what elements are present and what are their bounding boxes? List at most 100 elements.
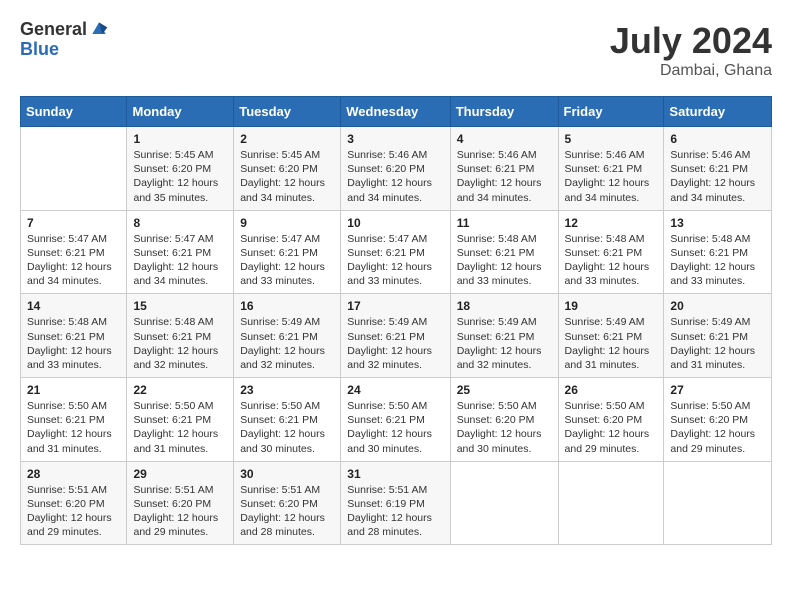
calendar-cell: 30 Sunrise: 5:51 AM Sunset: 6:20 PM Dayli…: [234, 461, 341, 545]
day-number: 19: [565, 299, 659, 313]
calendar-cell: 27 Sunrise: 5:50 AM Sunset: 6:20 PM Dayli…: [664, 378, 772, 462]
day-info: Sunrise: 5:51 AM Sunset: 6:20 PM Dayligh…: [133, 483, 228, 540]
day-number: 3: [347, 132, 444, 146]
calendar-cell: [21, 127, 127, 211]
day-info: Sunrise: 5:50 AM Sunset: 6:21 PM Dayligh…: [27, 399, 121, 456]
day-number: 22: [133, 383, 228, 397]
calendar-cell: 12Sunrise: 5:48 AM Sunset: 6:21 PM Dayli…: [558, 210, 664, 294]
calendar-cell: 9Sunrise: 5:47 AM Sunset: 6:21 PM Daylig…: [234, 210, 341, 294]
calendar-cell: 14 Sunrise: 5:48 AM Sunset: 6:21 PM Dayli…: [21, 294, 127, 378]
calendar-cell: [664, 461, 772, 545]
day-number: 8: [133, 216, 228, 230]
day-info: Sunrise: 5:47 AM Sunset: 6:21 PM Dayligh…: [133, 232, 228, 289]
calendar-day-header: Friday: [558, 97, 664, 127]
day-info: Sunrise: 5:50 AM Sunset: 6:21 PM Dayligh…: [347, 399, 444, 456]
day-info: Sunrise: 5:51 AM Sunset: 6:20 PM Dayligh…: [27, 483, 121, 540]
day-info: Sunrise: 5:48 AM Sunset: 6:21 PM Dayligh…: [27, 315, 121, 372]
day-number: 14: [27, 299, 121, 313]
day-info: Sunrise: 5:45 AM Sunset: 6:20 PM Dayligh…: [133, 148, 228, 205]
calendar-cell: 8 Sunrise: 5:47 AM Sunset: 6:21 PM Daylig…: [127, 210, 234, 294]
calendar-week-row: 28Sunrise: 5:51 AM Sunset: 6:20 PM Dayli…: [21, 461, 772, 545]
calendar-cell: 21Sunrise: 5:50 AM Sunset: 6:21 PM Dayli…: [21, 378, 127, 462]
day-info: Sunrise: 5:46 AM Sunset: 6:21 PM Dayligh…: [670, 148, 766, 205]
calendar-cell: 17 Sunrise: 5:49 AM Sunset: 6:21 PM Dayli…: [341, 294, 450, 378]
day-number: 4: [457, 132, 553, 146]
day-number: 1: [133, 132, 228, 146]
title-block: July 2024 Dambai, Ghana: [610, 20, 772, 80]
calendar-cell: 31 Sunrise: 5:51 AM Sunset: 6:19 PM Dayli…: [341, 461, 450, 545]
day-info: Sunrise: 5:50 AM Sunset: 6:20 PM Dayligh…: [457, 399, 553, 456]
day-info: Sunrise: 5:48 AM Sunset: 6:21 PM Dayligh…: [457, 232, 553, 289]
day-number: 7: [27, 216, 121, 230]
day-number: 16: [240, 299, 335, 313]
day-info: Sunrise: 5:50 AM Sunset: 6:20 PM Dayligh…: [670, 399, 766, 456]
calendar-cell: 22 Sunrise: 5:50 AM Sunset: 6:21 PM Dayli…: [127, 378, 234, 462]
day-info: Sunrise: 5:50 AM Sunset: 6:20 PM Dayligh…: [565, 399, 659, 456]
calendar-cell: 7 Sunrise: 5:47 AM Sunset: 6:21 PM Daylig…: [21, 210, 127, 294]
calendar-day-header: Sunday: [21, 97, 127, 127]
calendar-week-row: 1 Sunrise: 5:45 AM Sunset: 6:20 PM Daylig…: [21, 127, 772, 211]
day-number: 11: [457, 216, 553, 230]
calendar-day-header: Tuesday: [234, 97, 341, 127]
calendar-day-header: Saturday: [664, 97, 772, 127]
day-number: 12: [565, 216, 659, 230]
calendar-cell: 15 Sunrise: 5:48 AM Sunset: 6:21 PM Dayli…: [127, 294, 234, 378]
calendar-cell: [558, 461, 664, 545]
day-number: 13: [670, 216, 766, 230]
day-info: Sunrise: 5:45 AM Sunset: 6:20 PM Dayligh…: [240, 148, 335, 205]
month-title: July 2024: [610, 20, 772, 62]
calendar-header-row: SundayMondayTuesdayWednesdayThursdayFrid…: [21, 97, 772, 127]
calendar-cell: 16Sunrise: 5:49 AM Sunset: 6:21 PM Dayli…: [234, 294, 341, 378]
day-number: 30: [240, 467, 335, 481]
day-number: 20: [670, 299, 766, 313]
calendar-cell: 1 Sunrise: 5:45 AM Sunset: 6:20 PM Daylig…: [127, 127, 234, 211]
logo-icon: [89, 19, 109, 39]
calendar-cell: 5Sunrise: 5:46 AM Sunset: 6:21 PM Daylig…: [558, 127, 664, 211]
day-info: Sunrise: 5:49 AM Sunset: 6:21 PM Dayligh…: [457, 315, 553, 372]
day-number: 24: [347, 383, 444, 397]
day-number: 23: [240, 383, 335, 397]
day-info: Sunrise: 5:47 AM Sunset: 6:21 PM Dayligh…: [240, 232, 335, 289]
calendar-cell: 2Sunrise: 5:45 AM Sunset: 6:20 PM Daylig…: [234, 127, 341, 211]
day-number: 29: [133, 467, 228, 481]
day-number: 10: [347, 216, 444, 230]
calendar-cell: 25 Sunrise: 5:50 AM Sunset: 6:20 PM Dayli…: [450, 378, 558, 462]
day-info: Sunrise: 5:48 AM Sunset: 6:21 PM Dayligh…: [670, 232, 766, 289]
day-info: Sunrise: 5:51 AM Sunset: 6:19 PM Dayligh…: [347, 483, 444, 540]
calendar-day-header: Wednesday: [341, 97, 450, 127]
calendar-cell: 3 Sunrise: 5:46 AM Sunset: 6:20 PM Daylig…: [341, 127, 450, 211]
day-info: Sunrise: 5:49 AM Sunset: 6:21 PM Dayligh…: [670, 315, 766, 372]
logo: General Blue: [20, 20, 109, 60]
calendar-cell: 26 Sunrise: 5:50 AM Sunset: 6:20 PM Dayli…: [558, 378, 664, 462]
calendar-table: SundayMondayTuesdayWednesdayThursdayFrid…: [20, 96, 772, 545]
calendar-cell: 23 Sunrise: 5:50 AM Sunset: 6:21 PM Dayli…: [234, 378, 341, 462]
calendar-week-row: 21Sunrise: 5:50 AM Sunset: 6:21 PM Dayli…: [21, 378, 772, 462]
calendar-cell: 20 Sunrise: 5:49 AM Sunset: 6:21 PM Dayli…: [664, 294, 772, 378]
calendar-cell: [450, 461, 558, 545]
calendar-cell: 6 Sunrise: 5:46 AM Sunset: 6:21 PM Daylig…: [664, 127, 772, 211]
day-info: Sunrise: 5:46 AM Sunset: 6:20 PM Dayligh…: [347, 148, 444, 205]
location-title: Dambai, Ghana: [610, 62, 772, 80]
calendar-cell: 29 Sunrise: 5:51 AM Sunset: 6:20 PM Dayli…: [127, 461, 234, 545]
day-number: 25: [457, 383, 553, 397]
logo-blue: Blue: [20, 40, 109, 60]
day-info: Sunrise: 5:50 AM Sunset: 6:21 PM Dayligh…: [240, 399, 335, 456]
logo-general: General: [20, 20, 87, 40]
day-number: 26: [565, 383, 659, 397]
day-number: 6: [670, 132, 766, 146]
day-info: Sunrise: 5:46 AM Sunset: 6:21 PM Dayligh…: [457, 148, 553, 205]
day-info: Sunrise: 5:49 AM Sunset: 6:21 PM Dayligh…: [347, 315, 444, 372]
day-number: 27: [670, 383, 766, 397]
calendar-cell: 19Sunrise: 5:49 AM Sunset: 6:21 PM Dayli…: [558, 294, 664, 378]
day-info: Sunrise: 5:47 AM Sunset: 6:21 PM Dayligh…: [27, 232, 121, 289]
calendar-week-row: 7 Sunrise: 5:47 AM Sunset: 6:21 PM Daylig…: [21, 210, 772, 294]
day-number: 17: [347, 299, 444, 313]
day-info: Sunrise: 5:48 AM Sunset: 6:21 PM Dayligh…: [133, 315, 228, 372]
day-info: Sunrise: 5:50 AM Sunset: 6:21 PM Dayligh…: [133, 399, 228, 456]
calendar-cell: 18Sunrise: 5:49 AM Sunset: 6:21 PM Dayli…: [450, 294, 558, 378]
day-number: 31: [347, 467, 444, 481]
day-info: Sunrise: 5:51 AM Sunset: 6:20 PM Dayligh…: [240, 483, 335, 540]
page-header: General Blue July 2024 Dambai, Ghana: [20, 20, 772, 80]
day-number: 15: [133, 299, 228, 313]
calendar-cell: 24 Sunrise: 5:50 AM Sunset: 6:21 PM Dayli…: [341, 378, 450, 462]
